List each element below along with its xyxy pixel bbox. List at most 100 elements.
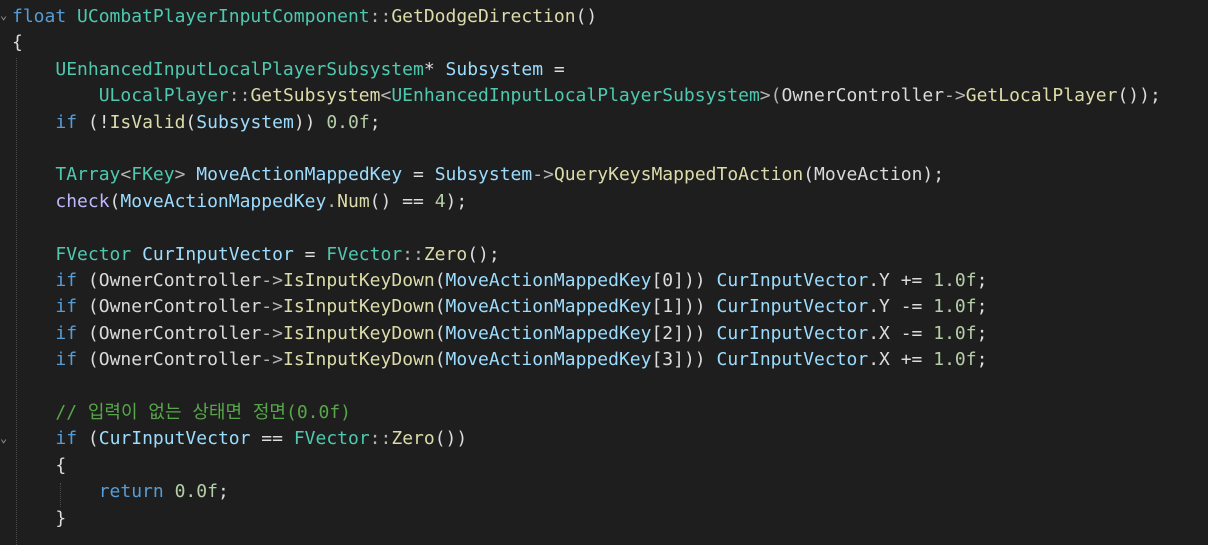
code-token: IsValid [109,111,186,133]
code-token: -> [532,164,554,186]
code-token: < [120,164,132,186]
code-token: ( [77,428,99,450]
code-token: :: [402,243,424,265]
code-token: OwnerController [98,296,262,318]
code-line-text: UEnhancedInputLocalPlayerSubsystem* Subs… [12,57,564,83]
code-token: } [12,507,67,529]
code-token: ( [434,349,446,371]
code-token: () [575,6,598,27]
code-token: == [250,428,294,450]
code-token: GetLocalPlayer [965,85,1118,107]
code-token: ; [217,481,229,503]
code-token: if [55,349,78,371]
code-token: Subsystem [434,164,533,186]
code-token: // 입력이 없는 상태면 정면(0.0f) [55,402,352,423]
code-line-text: TArray<FKey> MoveActionMappedKey = Subsy… [12,162,944,188]
code-token: ; [369,111,381,133]
code-token: UCombatPlayerInputComponent [77,6,370,27]
code-token: [1])) [651,296,717,318]
code-token: OwnerController [781,85,945,107]
code-token: :: [369,6,392,27]
code-token: ( [434,270,446,291]
code-token: 1.0f [933,270,977,291]
code-token: MoveActionMappedKey [445,296,652,318]
code-token: ( [803,164,815,186]
code-token: IsInputKeyDown [282,296,435,318]
fold-collapse-icon[interactable]: ⌄ [0,431,10,445]
code-token: ; [976,270,988,291]
code-line-text: { [12,30,23,56]
code-token: return [98,481,164,503]
code-line-text: } [12,506,66,532]
code-line-text: return 0.0f; [12,479,229,505]
code-token: CurInputVector [716,349,869,371]
code-token: CurInputVector [716,296,869,318]
code-token: 0.0f [174,481,218,503]
code-token: if [55,296,78,318]
code-token: ( [434,322,446,344]
code-token: () == [369,190,435,212]
code-token: CurInputVector [98,428,251,450]
code-token: ( [77,296,99,318]
code-token: IsInputKeyDown [282,349,435,371]
code-token: CurInputVector [716,322,869,344]
code-token: < [380,85,392,107]
code-token: if [55,428,78,450]
code-token: GetSubsystem [250,85,381,107]
code-token: ( [77,270,99,291]
code-line-text: if (OwnerController->IsInputKeyDown(Move… [12,347,987,373]
code-token: if [55,111,78,133]
code-token: QueryKeysMappedToAction [553,164,804,186]
code-token: > [174,164,197,186]
code-line-text: if (OwnerController->IsInputKeyDown(Move… [12,268,987,294]
code-token: if [55,270,78,291]
code-token: -> [261,270,283,291]
code-token: FKey [131,164,175,186]
code-token: * [423,58,446,80]
code-token: UEnhancedInputLocalPlayerSubsystem [55,58,424,80]
code-token: ()) [434,428,468,450]
code-token: Subsystem [445,58,544,80]
code-token: ); [445,190,468,212]
code-token: Zero [423,243,468,265]
code-line-text: FVector CurInputVector = FVector::Zero()… [12,242,500,268]
code-token: ULocalPlayer [98,85,229,107]
code-token: . [326,190,338,212]
code-token: -> [261,296,283,318]
code-token: .Y -= [868,296,934,318]
code-token: FVector [55,243,132,265]
code-token: (); [467,243,500,265]
code-editor[interactable]: ⌄ ⌄ float UCombatPlayerInputComponent::G… [0,0,1208,545]
code-token: MoveAction [814,164,923,186]
fold-collapse-icon[interactable]: ⌄ [0,8,10,22]
code-line-text: check(MoveActionMappedKey.Num() == 4); [12,189,467,215]
code-token: :: [369,428,392,450]
code-token: [3])) [651,349,717,371]
code-line-text: ULocalPlayer::GetSubsystem<UEnhancedInpu… [12,83,1161,109]
code-token: .Y += [868,270,934,291]
code-token: 0.0f [326,111,370,133]
code-token: -> [261,322,283,344]
code-token: IsInputKeyDown [282,270,435,291]
code-token: -> [261,349,283,371]
code-token: ( [77,349,99,371]
code-token: MoveActionMappedKey [445,270,652,291]
code-token: ( [185,111,197,133]
code-token: ()); [1117,85,1161,107]
code-token: 1.0f [933,322,977,344]
code-token: )) [293,111,327,133]
code-token: FVector [293,428,370,450]
code-token: { [12,454,67,476]
code-token: OwnerController [98,322,262,344]
code-token: Subsystem [196,111,294,133]
